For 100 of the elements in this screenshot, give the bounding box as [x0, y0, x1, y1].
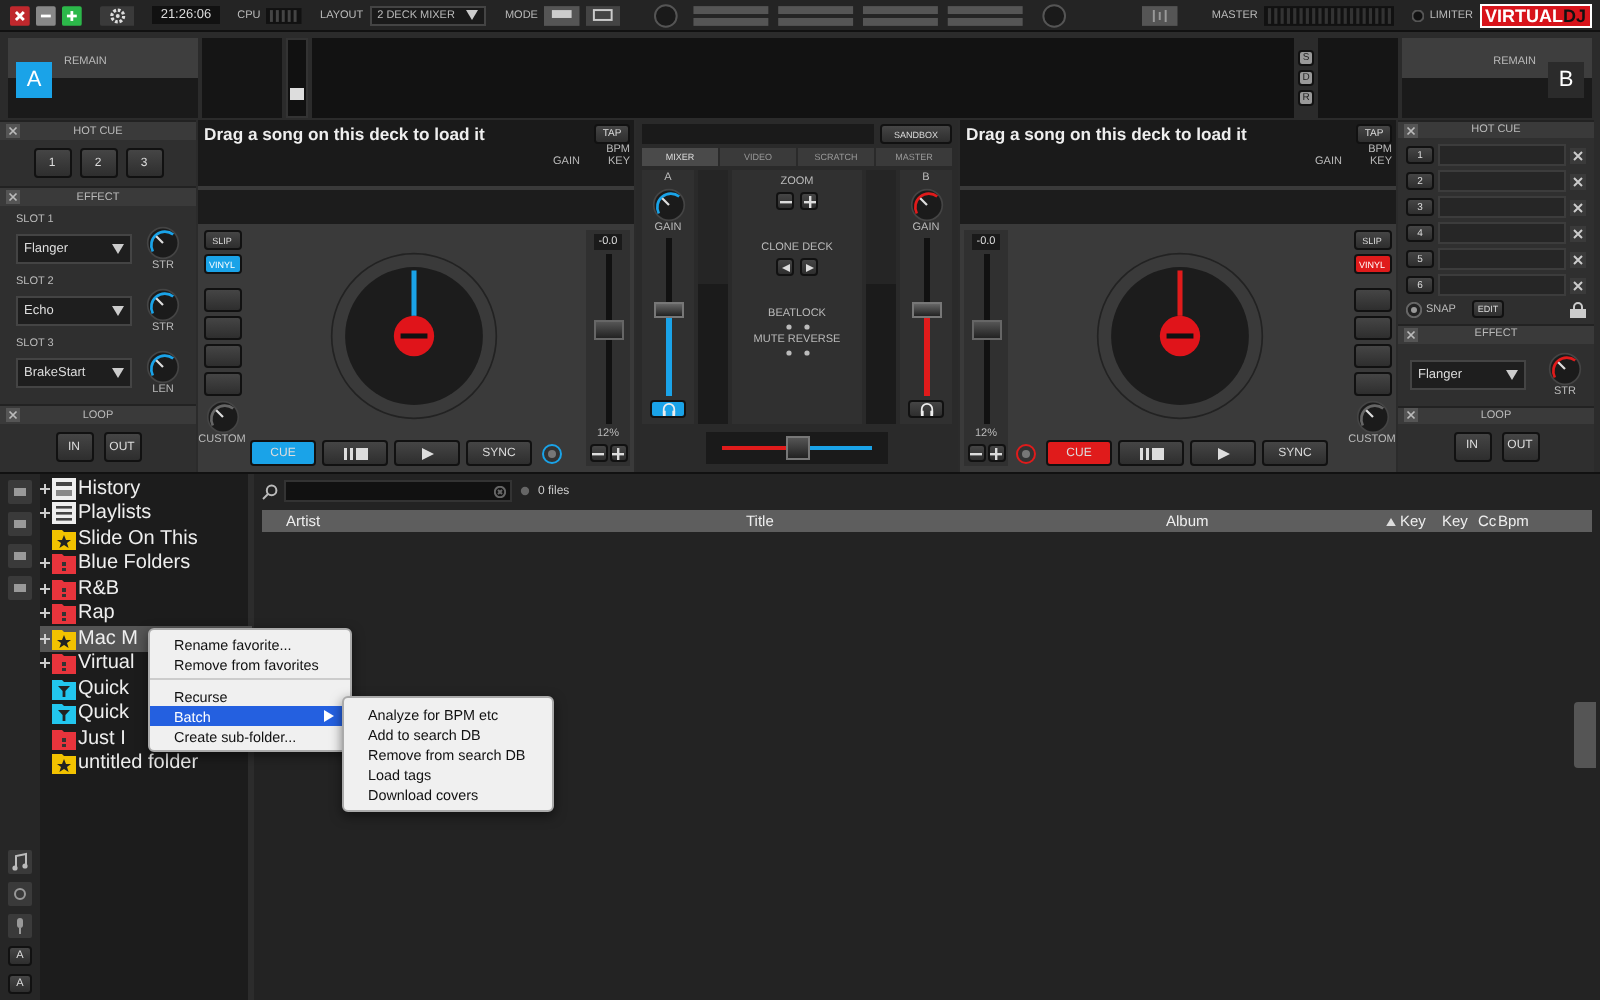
- pitch-up-button[interactable]: [609, 444, 627, 462]
- maximize-icon[interactable]: [61, 5, 82, 25]
- headphone-button[interactable]: [908, 400, 944, 418]
- close-icon[interactable]: [10, 5, 30, 25]
- dropdown-arrow-icon: [1506, 369, 1518, 380]
- microphone-icon[interactable]: [8, 914, 32, 938]
- custom-knob[interactable]: [1355, 400, 1389, 434]
- play-pause-button[interactable]: [1118, 440, 1184, 466]
- headphone-button[interactable]: [650, 400, 686, 418]
- collapse-icon[interactable]: [6, 124, 20, 138]
- sort-arrow-icon[interactable]: [1386, 517, 1396, 525]
- crossfader-thumb[interactable]: [785, 436, 809, 460]
- plus-icon: [803, 195, 815, 207]
- master-meter-icon: [1263, 5, 1394, 25]
- play-pause-button[interactable]: [322, 440, 388, 466]
- pitch-down-button[interactable]: [589, 444, 607, 462]
- expand-icon[interactable]: [40, 658, 50, 669]
- pitch-up-button[interactable]: [987, 444, 1005, 462]
- hot-cue-name-field[interactable]: [1438, 274, 1566, 297]
- record-icon[interactable]: [1016, 443, 1036, 463]
- search-field[interactable]: [262, 480, 512, 502]
- expand-icon[interactable]: [40, 508, 50, 519]
- star-folder-icon: [52, 527, 76, 550]
- history-icon: [52, 477, 76, 500]
- platter-drawing[interactable]: [1096, 251, 1264, 419]
- effect-knob[interactable]: [146, 226, 180, 260]
- delete-icon[interactable]: [1570, 225, 1586, 242]
- play-button[interactable]: [1190, 440, 1256, 466]
- monitor-icon[interactable]: [585, 5, 621, 25]
- expand-icon[interactable]: [40, 608, 50, 619]
- sidebar-icon[interactable]: [8, 512, 32, 536]
- deck-letter: A: [16, 62, 52, 98]
- zoom-out-button[interactable]: [776, 192, 794, 210]
- load-message: Drag a song on this deck to load it: [204, 124, 485, 148]
- snap-toggle-icon[interactable]: [1406, 301, 1422, 318]
- play-pause-icon: [343, 447, 367, 459]
- record-icon[interactable]: [1142, 5, 1178, 25]
- logo: VIRTUALDJ: [1479, 3, 1593, 27]
- dropdown-arrow-icon: [112, 368, 124, 378]
- expand-icon[interactable]: [40, 558, 50, 569]
- volume-fader-thumb[interactable]: [911, 301, 941, 318]
- platter-drawing[interactable]: [330, 251, 498, 419]
- record-icon[interactable]: [542, 443, 562, 463]
- clone-left-button[interactable]: [776, 258, 794, 276]
- delete-icon[interactable]: [1570, 251, 1586, 268]
- folder-item[interactable]: History: [40, 476, 248, 501]
- delete-icon[interactable]: [1570, 277, 1586, 294]
- minus-icon: [779, 195, 791, 207]
- folder-item[interactable]: Slide On This: [40, 526, 248, 551]
- plus-icon: [990, 447, 1002, 459]
- folder-item[interactable]: R&B: [40, 576, 248, 601]
- expand-icon[interactable]: [40, 483, 50, 494]
- clear-icon[interactable]: [494, 485, 506, 497]
- sidebar-icon[interactable]: [8, 882, 32, 906]
- collapse-icon[interactable]: [6, 408, 20, 422]
- effect-knob[interactable]: [146, 288, 180, 322]
- sidebar-icon[interactable]: [8, 480, 32, 504]
- folder-item[interactable]: Playlists: [40, 501, 248, 526]
- deck-letter: B: [1548, 62, 1584, 98]
- gain-knob[interactable]: [651, 188, 685, 222]
- expand-icon[interactable]: [40, 583, 50, 594]
- limiter-led-icon: [1411, 9, 1424, 21]
- pitch-slider-thumb[interactable]: [971, 320, 1001, 341]
- folder-item[interactable]: untitled folder: [40, 751, 248, 776]
- expand-icon[interactable]: [40, 633, 50, 644]
- play-button[interactable]: [394, 440, 460, 466]
- dropdown-arrow-icon: [466, 10, 479, 20]
- pitch-down-button[interactable]: [967, 444, 985, 462]
- collapse-icon[interactable]: [1404, 408, 1418, 423]
- delete-icon[interactable]: [1570, 173, 1586, 190]
- headphone-icon: [919, 402, 933, 416]
- collapse-icon[interactable]: [1404, 327, 1418, 342]
- play-icon: [1217, 447, 1229, 459]
- minimize-icon[interactable]: [35, 5, 56, 25]
- lock-icon[interactable]: [1570, 301, 1586, 318]
- star-folder-icon: [52, 752, 76, 775]
- slider-thumb[interactable]: [290, 87, 304, 100]
- folder-item[interactable]: Blue Folders: [40, 551, 248, 576]
- folder-icon: [52, 552, 76, 575]
- music-note-icon[interactable]: [8, 850, 32, 874]
- collapse-icon[interactable]: [1404, 123, 1418, 138]
- dropdown-arrow-icon: [112, 306, 124, 316]
- effect-knob[interactable]: [1548, 351, 1582, 386]
- collapse-icon[interactable]: [6, 190, 20, 204]
- folder-item[interactable]: Rap: [40, 601, 248, 626]
- gain-knob[interactable]: [909, 188, 943, 222]
- right-arrow-icon: [805, 263, 813, 271]
- settings-icon[interactable]: [99, 5, 135, 25]
- sidebar-icon[interactable]: [8, 576, 32, 600]
- volume-fader-thumb[interactable]: [653, 301, 683, 318]
- sidebar-icon[interactable]: [8, 544, 32, 568]
- pitch-slider-thumb[interactable]: [593, 320, 623, 341]
- effect-knob[interactable]: [146, 350, 180, 384]
- delete-icon[interactable]: [1570, 147, 1586, 164]
- mode-icon[interactable]: [543, 5, 580, 25]
- custom-knob[interactable]: [205, 400, 239, 434]
- delete-icon[interactable]: [1570, 199, 1586, 216]
- led-pair-icon: [785, 350, 809, 356]
- clone-right-button[interactable]: [800, 258, 818, 276]
- zoom-in-button[interactable]: [800, 192, 818, 210]
